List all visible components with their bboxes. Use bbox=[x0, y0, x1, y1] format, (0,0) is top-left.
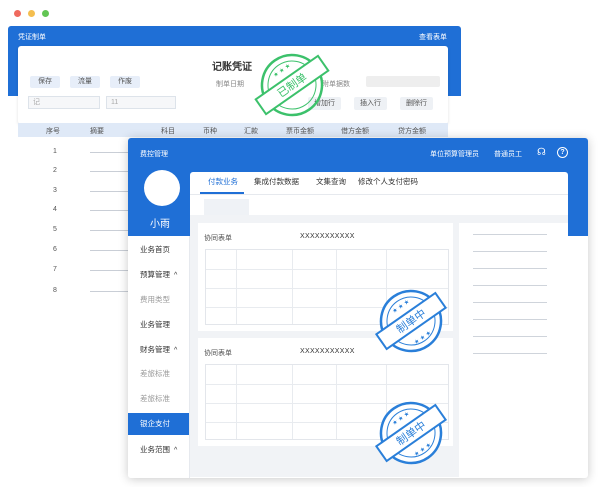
sidebar-item[interactable]: 差旅标准 bbox=[128, 363, 189, 385]
insert-row-button[interactable]: 插入行 bbox=[354, 97, 387, 110]
column-header: 科目 bbox=[161, 128, 175, 135]
attachment-count-field[interactable] bbox=[366, 76, 440, 87]
tab-integrated-data[interactable]: 集成付款数据 bbox=[254, 176, 299, 187]
headset-icon[interactable]: ☊ bbox=[536, 147, 547, 158]
side-panel bbox=[459, 223, 568, 477]
user-role[interactable]: 普通员工 bbox=[494, 149, 522, 159]
expense-window-title: 费控管理 bbox=[140, 151, 168, 158]
voucher-number-input[interactable]: 11 bbox=[106, 96, 176, 109]
column-header: 贷方金额 bbox=[398, 128, 426, 135]
sidebar-item[interactable]: 财务管理 ^ bbox=[128, 339, 189, 361]
sidebar-item-label: 业务范围 bbox=[140, 445, 170, 454]
tab-divider bbox=[190, 194, 568, 195]
voucher-title: 记账凭证 bbox=[212, 62, 252, 73]
sidebar-item-label: 财务管理 bbox=[140, 345, 170, 354]
row-number: 5 bbox=[53, 226, 57, 233]
sidebar-item-label: 业务首页 bbox=[140, 245, 170, 254]
column-header: 序号 bbox=[46, 128, 60, 135]
delete-row-button[interactable]: 删除行 bbox=[400, 97, 433, 110]
in-progress-stamp: 制单中 ★ ★ ★ ★ ★ ★ bbox=[374, 401, 448, 465]
sidebar-item[interactable]: 差旅标准 bbox=[128, 388, 189, 410]
sidebar-item[interactable]: 预算管理 ^ bbox=[128, 264, 189, 286]
sidebar-menu: 业务首页 预算管理 ^ 费用类型 业务管理 财务管理 ^ 差旅标准 差旅标准 银企支付 业务范围 ^ bbox=[128, 236, 190, 476]
expense-window: 费控管理 单位预算管理员 普通员工 ☊ ? 小雨 付款业务 集成付款数据 文集查… bbox=[128, 138, 588, 478]
column-header: 票币金额 bbox=[286, 128, 314, 135]
chevron-up-icon[interactable]: ^ bbox=[174, 347, 177, 354]
voucher-card: 记账凭证 保存 流量 作废 制单日期 附单据数 bbox=[18, 46, 448, 124]
sidebar-item[interactable]: 费用类型 bbox=[128, 289, 189, 311]
sidebar-item-label: 差旅标准 bbox=[140, 394, 170, 403]
tab-content-placeholder bbox=[204, 199, 249, 215]
in-progress-stamp: 制单中 ★ ★ ★ ★ ★ ★ bbox=[374, 289, 448, 353]
tab-payment[interactable]: 付款业务 bbox=[208, 176, 238, 187]
minimize-dot[interactable] bbox=[28, 10, 35, 17]
panel-label: 协同表单 bbox=[204, 350, 232, 357]
username: 小雨 bbox=[150, 219, 170, 230]
flow-button[interactable]: 流量 bbox=[70, 76, 100, 88]
void-button[interactable]: 作废 bbox=[110, 76, 140, 88]
row-number: 7 bbox=[53, 266, 57, 273]
save-button[interactable]: 保存 bbox=[30, 76, 60, 88]
row-number: 4 bbox=[53, 206, 57, 213]
tab-collection-query[interactable]: 文集查询 bbox=[316, 176, 346, 187]
sidebar-item[interactable]: 业务管理 bbox=[128, 314, 189, 336]
column-header: 币种 bbox=[203, 128, 217, 135]
sidebar-item-label: 预算管理 bbox=[140, 270, 170, 279]
date-label: 制单日期 bbox=[216, 81, 244, 88]
voucher-table-header: 序号 摘要 科目 币种 汇款 票币金额 借方金额 贷方金额 bbox=[18, 123, 448, 137]
chevron-up-icon[interactable]: ^ bbox=[174, 272, 177, 279]
sidebar-item[interactable]: 业务首页 bbox=[128, 239, 189, 261]
voucher-type-input[interactable]: 记 bbox=[28, 96, 100, 109]
panel-value: XXXXXXXXXXX bbox=[300, 233, 355, 240]
help-icon[interactable]: ? bbox=[557, 147, 568, 158]
row-number: 3 bbox=[53, 187, 57, 194]
panel-label: 协同表单 bbox=[204, 235, 232, 242]
view-form-link[interactable]: 查看表单 bbox=[419, 32, 447, 42]
org-name[interactable]: 单位预算管理员 bbox=[430, 149, 479, 159]
sidebar-item-label: 业务管理 bbox=[140, 320, 170, 329]
maximize-dot[interactable] bbox=[42, 10, 49, 17]
sidebar-item-label: 银企支付 bbox=[140, 419, 170, 428]
column-header: 摘要 bbox=[90, 128, 104, 135]
row-number: 2 bbox=[53, 167, 57, 174]
chevron-up-icon[interactable]: ^ bbox=[174, 447, 177, 454]
sidebar-item-label: 费用类型 bbox=[140, 295, 170, 304]
row-number: 8 bbox=[53, 287, 57, 294]
completed-stamp: 已制单 ★ ★ ★ bbox=[254, 53, 330, 117]
column-header: 借方金额 bbox=[341, 128, 369, 135]
column-header: 汇款 bbox=[244, 128, 258, 135]
voucher-window-title: 凭证制单 bbox=[18, 34, 46, 41]
row-number: 6 bbox=[53, 246, 57, 253]
sidebar-item[interactable]: 银企支付 bbox=[128, 413, 189, 435]
close-dot[interactable] bbox=[14, 10, 21, 17]
sidebar-item[interactable]: 业务范围 ^ bbox=[128, 439, 189, 461]
sidebar-item-label: 差旅标准 bbox=[140, 369, 170, 378]
tab-change-password[interactable]: 修改个人支付密码 bbox=[358, 176, 418, 187]
window-controls bbox=[14, 10, 49, 17]
row-number: 1 bbox=[53, 148, 57, 155]
panel-value: XXXXXXXXXXX bbox=[300, 348, 355, 355]
avatar[interactable] bbox=[144, 170, 180, 206]
